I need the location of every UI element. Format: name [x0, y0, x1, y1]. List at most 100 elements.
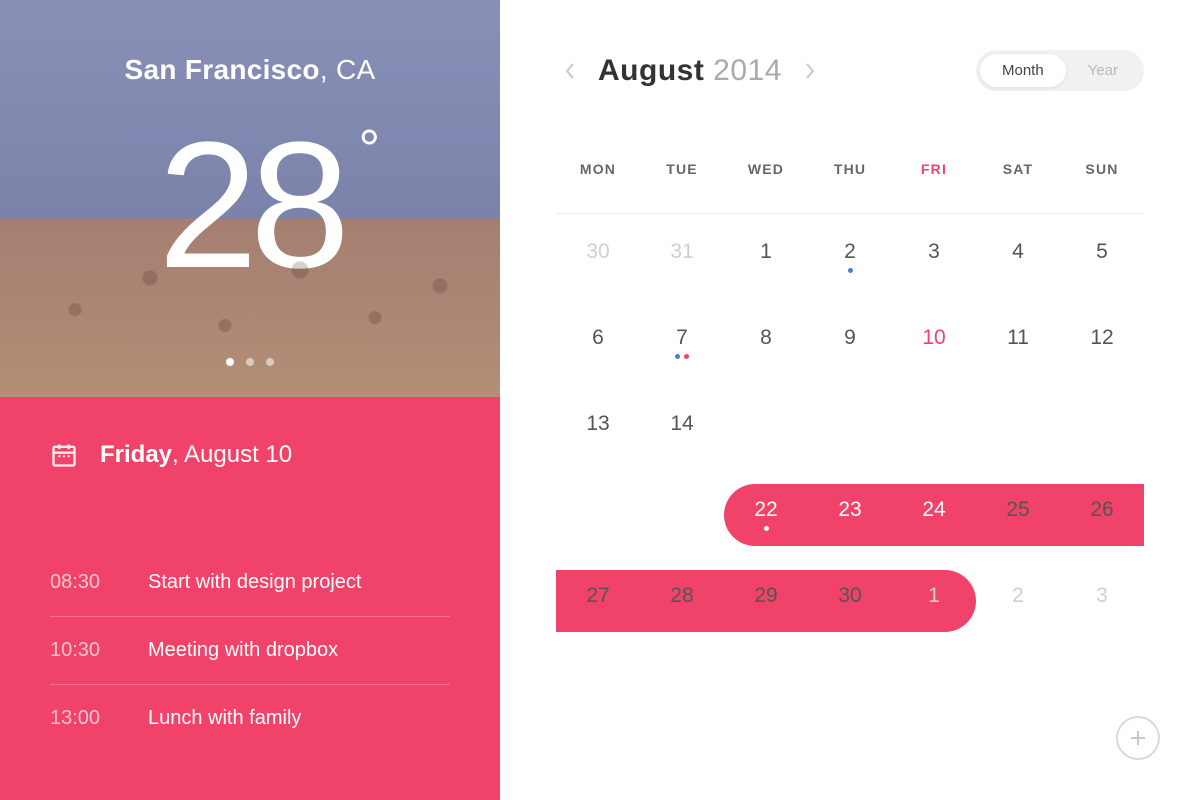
- event-dot: [675, 354, 680, 359]
- prev-month-button[interactable]: [556, 57, 584, 85]
- day-number: 15: [754, 413, 777, 434]
- calendar-panel: August 2014 Month Year MONTUEWEDTHUFRISA…: [500, 0, 1200, 800]
- event-row[interactable]: 13:00 Lunch with family: [50, 685, 450, 752]
- weekday-label: MON: [556, 161, 640, 177]
- calendar-day[interactable]: 8: [724, 300, 808, 386]
- event-dots: [764, 526, 769, 532]
- hero-pager[interactable]: [0, 353, 500, 371]
- day-number: 7: [676, 327, 688, 348]
- temperature: 28°: [0, 116, 500, 296]
- day-number: 4: [1012, 241, 1024, 262]
- calendar-day[interactable]: 16: [808, 386, 892, 472]
- calendar-day[interactable]: 5: [1060, 214, 1144, 300]
- degree-icon: °: [359, 122, 381, 176]
- calendar-day[interactable]: 1: [892, 558, 976, 644]
- agenda-rest: , August 10: [172, 441, 292, 468]
- view-toggle[interactable]: Month Year: [976, 50, 1144, 91]
- day-number: 26: [1090, 499, 1113, 520]
- day-number: 14: [670, 413, 693, 434]
- pager-dot[interactable]: [266, 358, 274, 366]
- calendar-day[interactable]: 3: [1060, 558, 1144, 644]
- calendar-grid-wrapper: MONTUEWEDTHUFRISATSUN 303112345678910111…: [556, 161, 1144, 644]
- agenda-day: Friday: [100, 441, 172, 468]
- calendar-day[interactable]: 17: [892, 386, 976, 472]
- calendar-day[interactable]: 25: [976, 472, 1060, 558]
- calendar-day[interactable]: 22: [724, 472, 808, 558]
- agenda-date: Friday, August 10: [100, 441, 292, 469]
- day-number: 1: [760, 241, 772, 262]
- calendar-day[interactable]: 1: [724, 214, 808, 300]
- day-number: 30: [586, 241, 609, 262]
- pager-dot[interactable]: [246, 358, 254, 366]
- event-row[interactable]: 10:30Meeting with dropbox: [50, 617, 450, 685]
- day-number: 18: [1006, 413, 1029, 434]
- event-dot: [684, 354, 689, 359]
- calendar-day[interactable]: 9: [808, 300, 892, 386]
- calendar-day[interactable]: 6: [556, 300, 640, 386]
- month-label: August: [598, 54, 704, 87]
- event-dot: [848, 268, 853, 273]
- city: San Francisco: [125, 54, 320, 85]
- event-time: 13:00: [50, 707, 112, 730]
- day-number: 6: [592, 327, 604, 348]
- calendar-day[interactable]: 24: [892, 472, 976, 558]
- add-event-button[interactable]: [1116, 716, 1160, 760]
- calendar-day[interactable]: 2: [976, 558, 1060, 644]
- chevron-right-icon: [804, 62, 816, 80]
- day-number: 28: [670, 585, 693, 606]
- calendar-day[interactable]: 18: [976, 386, 1060, 472]
- weekday-label: FRI: [892, 161, 976, 177]
- day-number: 23: [838, 499, 861, 520]
- calendar-day[interactable]: 10: [892, 300, 976, 386]
- event-title: Lunch with family: [148, 707, 301, 730]
- event-list: 08:30 Start with design project 10:30Meeti…: [50, 549, 450, 752]
- temperature-value: 28: [158, 105, 342, 306]
- day-number: 24: [922, 499, 945, 520]
- day-number: 29: [754, 585, 777, 606]
- calendar-day[interactable]: 23: [808, 472, 892, 558]
- day-number: 3: [928, 241, 940, 262]
- calendar-day[interactable]: 13: [556, 386, 640, 472]
- event-title: Start with design project: [148, 571, 361, 594]
- calendar-day[interactable]: 27: [556, 558, 640, 644]
- agenda-panel: Friday, August 10 08:30 Start with design…: [0, 397, 500, 800]
- calendar-day[interactable]: 4: [976, 214, 1060, 300]
- weekday-label: SAT: [976, 161, 1060, 177]
- calendar-day[interactable]: 12: [1060, 300, 1144, 386]
- weather-hero[interactable]: San Francisco, CA 28°: [0, 0, 500, 397]
- calendar-day[interactable]: 26: [1060, 472, 1144, 558]
- calendar-day[interactable]: 28: [640, 558, 724, 644]
- plus-icon: [1127, 727, 1149, 749]
- calendar-day[interactable]: 21: [640, 472, 724, 558]
- calendar-day[interactable]: 11: [976, 300, 1060, 386]
- calendar-grid: 3031123456789101112131415161718192021222…: [556, 214, 1144, 644]
- calendar-day[interactable]: 19: [1060, 386, 1144, 472]
- calendar-day[interactable]: 31: [640, 214, 724, 300]
- day-number: 11: [1007, 327, 1029, 348]
- event-time: 08:30: [50, 571, 112, 594]
- calendar-day[interactable]: 30: [808, 558, 892, 644]
- calendar-day[interactable]: 15: [724, 386, 808, 472]
- pager-dot[interactable]: [226, 358, 234, 366]
- day-number: 2: [844, 241, 856, 262]
- calendar-day[interactable]: 20: [556, 472, 640, 558]
- day-number: 19: [1090, 413, 1113, 434]
- day-number: 25: [1006, 499, 1029, 520]
- calendar-day[interactable]: 30: [556, 214, 640, 300]
- calendar-day[interactable]: 2: [808, 214, 892, 300]
- day-number: 2: [1012, 585, 1024, 606]
- calendar-day[interactable]: 3: [892, 214, 976, 300]
- next-month-button[interactable]: [796, 57, 824, 85]
- event-dots: [675, 354, 689, 360]
- event-dots: [848, 268, 853, 274]
- calendar-day[interactable]: 14: [640, 386, 724, 472]
- view-toggle-year[interactable]: Year: [1066, 54, 1140, 87]
- day-number: 16: [838, 413, 861, 434]
- left-panel: San Francisco, CA 28°: [0, 0, 500, 800]
- view-toggle-month[interactable]: Month: [980, 54, 1066, 87]
- event-row[interactable]: 08:30 Start with design project: [50, 549, 450, 617]
- agenda-header: Friday, August 10: [50, 441, 450, 469]
- calendar-day[interactable]: 29: [724, 558, 808, 644]
- day-number: 3: [1096, 585, 1108, 606]
- calendar-day[interactable]: 7: [640, 300, 724, 386]
